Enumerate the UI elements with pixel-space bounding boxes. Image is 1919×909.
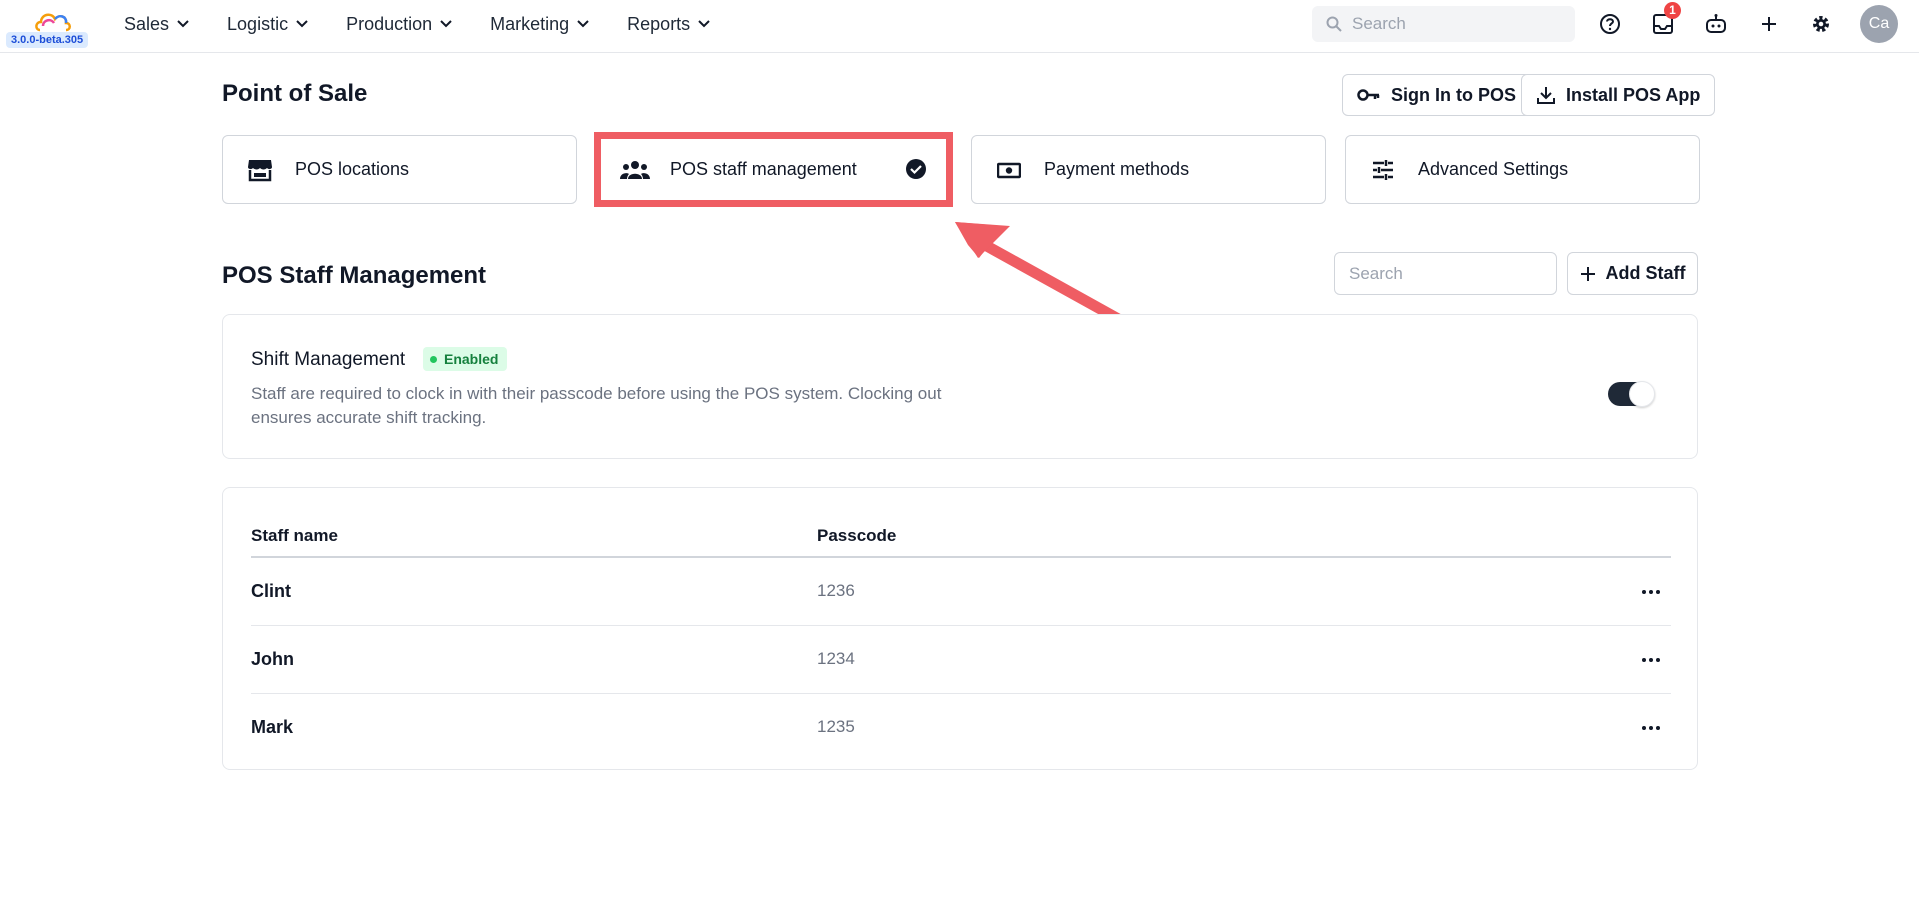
settings-button[interactable] <box>1808 11 1834 37</box>
more-horizontal-icon <box>1642 590 1660 594</box>
chevron-down-icon <box>296 20 308 28</box>
install-pos-app-button[interactable]: Install POS App <box>1521 74 1716 116</box>
download-icon <box>1537 87 1555 104</box>
search-icon <box>1326 16 1342 32</box>
nav-reports[interactable]: Reports <box>627 14 710 35</box>
assistant-button[interactable] <box>1703 11 1729 37</box>
staff-name: Clint <box>251 581 291 601</box>
global-search[interactable] <box>1312 6 1575 42</box>
staff-passcode: 1236 <box>817 581 855 600</box>
nav-label: Marketing <box>490 13 570 34</box>
top-navigation-bar: 3.0.0-beta.305 Sales Logistic Production… <box>0 0 1919 53</box>
more-horizontal-icon <box>1642 658 1660 662</box>
robot-icon <box>1706 14 1726 33</box>
nav-production[interactable]: Production <box>346 14 452 35</box>
install-pos-app-label: Install POS App <box>1566 84 1701 105</box>
more-horizontal-icon <box>1642 726 1660 730</box>
plus-icon <box>1580 266 1595 281</box>
chevron-down-icon <box>577 20 589 28</box>
row-actions-button[interactable] <box>1639 580 1663 604</box>
global-search-input[interactable] <box>1352 14 1552 34</box>
status-badge: Enabled <box>423 347 508 371</box>
staff-name: Mark <box>251 717 294 737</box>
nav-label: Reports <box>627 13 691 34</box>
create-button[interactable] <box>1756 11 1782 37</box>
tab-label: Payment methods <box>1044 159 1190 179</box>
user-avatar[interactable]: Ca <box>1860 5 1898 43</box>
add-staff-label: Add Staff <box>1605 263 1686 283</box>
toggle-knob <box>1629 381 1655 407</box>
sign-in-pos-label: Sign In to POS <box>1391 84 1516 105</box>
help-icon <box>1600 14 1620 34</box>
staff-table: Staff name Passcode Clint 1236 John 1234… <box>222 487 1698 770</box>
table-row[interactable]: Mark 1235 <box>251 694 1671 762</box>
sign-in-pos-button[interactable]: Sign In to POS <box>1342 74 1531 116</box>
app-logo[interactable]: 3.0.0-beta.305 <box>6 6 98 50</box>
tab-label: Advanced Settings <box>1418 159 1569 179</box>
help-button[interactable] <box>1597 11 1623 37</box>
store-icon <box>245 155 275 185</box>
nav-marketing[interactable]: Marketing <box>490 14 589 35</box>
nav-logistic[interactable]: Logistic <box>227 14 308 35</box>
gear-icon <box>1813 16 1829 32</box>
shift-management-card: Shift Management Enabled Staff are requi… <box>222 314 1698 459</box>
nav-label: Logistic <box>227 13 289 34</box>
chevron-down-icon <box>698 20 710 28</box>
shift-description: Staff are required to clock in with thei… <box>251 384 942 427</box>
plus-icon <box>1762 17 1776 31</box>
tab-pos-locations[interactable]: POS locations <box>222 135 577 204</box>
nav-sales[interactable]: Sales <box>124 14 189 35</box>
money-icon <box>994 155 1024 185</box>
main-menu: Sales Logistic Production Marketing Repo… <box>124 0 748 48</box>
add-staff-button[interactable]: Add Staff <box>1567 252 1698 295</box>
tab-advanced-settings[interactable]: Advanced Settings <box>1345 135 1700 204</box>
staff-name: John <box>251 649 294 669</box>
staff-passcode: 1234 <box>817 649 855 668</box>
table-row[interactable]: Clint 1236 <box>251 558 1671 626</box>
version-badge: 3.0.0-beta.305 <box>6 32 89 48</box>
notification-badge: 1 <box>1664 2 1681 19</box>
nav-label: Production <box>346 13 433 34</box>
section-title: POS Staff Management <box>222 262 487 289</box>
key-icon <box>1357 89 1380 101</box>
chevron-down-icon <box>440 20 452 28</box>
tab-label: POS locations <box>295 159 410 179</box>
nav-label: Sales <box>124 13 170 34</box>
column-header-staff-name: Staff name <box>251 526 338 545</box>
shift-title: Shift Management <box>251 349 406 370</box>
sliders-icon <box>1368 155 1398 185</box>
page-title: Point of Sale <box>222 80 368 107</box>
staff-search-input[interactable] <box>1334 252 1557 295</box>
tab-payment-methods[interactable]: Payment methods <box>971 135 1326 204</box>
table-row[interactable]: John 1234 <box>251 626 1671 694</box>
shift-management-toggle[interactable] <box>1608 381 1655 407</box>
chevron-down-icon <box>177 20 189 28</box>
row-actions-button[interactable] <box>1639 648 1663 672</box>
status-dot <box>430 355 437 363</box>
status-label: Enabled <box>444 351 499 367</box>
staff-passcode: 1235 <box>817 717 855 736</box>
highlight-box <box>594 132 953 207</box>
cloud-logo-icon <box>35 13 71 32</box>
column-header-passcode: Passcode <box>817 526 897 545</box>
row-actions-button[interactable] <box>1639 716 1663 740</box>
